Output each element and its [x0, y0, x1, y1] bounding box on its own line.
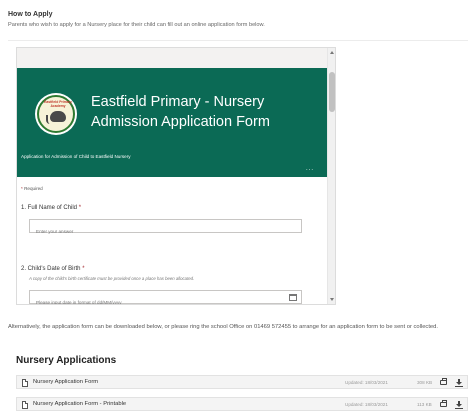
form-header: Eastfield Primary Academy Eastfield Prim… [17, 68, 328, 177]
embedded-form-frame[interactable]: Eastfield Primary Academy Eastfield Prim… [16, 47, 336, 305]
print-icon[interactable] [440, 400, 447, 407]
logo-text: Eastfield Primary Academy [44, 100, 72, 108]
download-name[interactable]: Nursery Application Form - Printable [33, 401, 126, 407]
how-to-apply-text: Parents who wish to apply for a Nursery … [8, 22, 265, 28]
download-icon[interactable] [455, 379, 463, 387]
form-scrollbar[interactable] [327, 48, 335, 304]
question-dob-label: 2. Child's Date of Birth * [21, 266, 85, 272]
print-icon[interactable] [440, 378, 447, 385]
download-icon[interactable] [455, 401, 463, 409]
school-logo: Eastfield Primary Academy [35, 93, 77, 135]
elephant-icon [50, 111, 66, 122]
scroll-up-arrow-icon[interactable] [330, 51, 334, 54]
required-note: * Required [21, 186, 43, 191]
dob-field-box [29, 290, 302, 304]
download-size: 113 KB [417, 402, 432, 407]
scroll-down-arrow-icon[interactable] [330, 298, 334, 301]
form-title-line2: Admission Application Form [91, 114, 270, 130]
question-label-text: 1. Full Name of Child [21, 205, 78, 211]
required-star: * [21, 186, 23, 191]
required-label: Required [24, 186, 43, 191]
document-icon [22, 401, 28, 409]
download-size: 308 KB [417, 380, 433, 385]
how-to-apply-heading: How to Apply [8, 11, 53, 18]
scroll-thumb[interactable] [329, 72, 335, 112]
more-options-icon[interactable]: ... [306, 166, 314, 172]
dob-help-text: A copy of the child's birth certificate … [29, 276, 195, 281]
question-label-text: 2. Child's Date of Birth [21, 266, 81, 272]
download-updated: Updated: 18/03/2021 [345, 380, 388, 385]
logo-ring: Eastfield Primary Academy [37, 95, 75, 133]
nursery-applications-heading: Nursery Applications [16, 355, 117, 366]
required-star: * [82, 266, 85, 272]
divider [8, 40, 468, 41]
form-subtitle: Application for Admission of Child to Ea… [21, 154, 131, 159]
question-child-name-label: 1. Full Name of Child * [21, 205, 81, 211]
child-name-field-box [29, 219, 302, 238]
download-updated: Updated: 18/03/2021 [345, 402, 388, 407]
dob-input[interactable] [30, 296, 301, 304]
alternative-download-text: Alternatively, the application form can … [8, 324, 438, 330]
calendar-icon[interactable] [289, 294, 297, 301]
download-name[interactable]: Nursery Application Form [33, 379, 98, 385]
required-star: * [78, 205, 82, 211]
form-card: Eastfield Primary Academy Eastfield Prim… [17, 68, 328, 304]
download-row[interactable]: Nursery Application Form - Printable Upd… [16, 397, 468, 411]
child-name-input[interactable] [30, 225, 301, 238]
download-row[interactable]: Nursery Application Form Updated: 18/03/… [16, 375, 468, 389]
document-icon [22, 379, 28, 387]
form-title-line1: Eastfield Primary - Nursery [91, 94, 265, 110]
